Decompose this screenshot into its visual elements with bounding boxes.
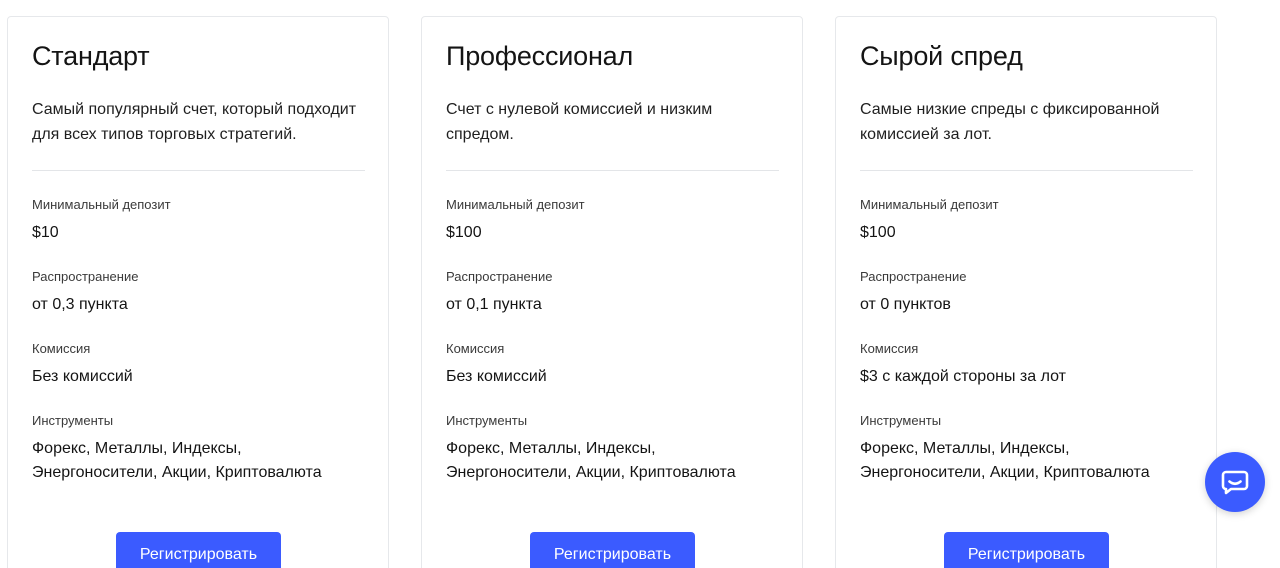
commission-row: Комиссия Без комиссий xyxy=(446,341,786,389)
plan-title: Стандарт xyxy=(32,41,150,71)
min-deposit-row: Минимальный депозит $100 xyxy=(446,197,786,245)
instruments-label: Инструменты xyxy=(32,413,114,428)
min-deposit-label: Минимальный депозит xyxy=(860,197,999,212)
min-deposit-value: $100 xyxy=(860,224,896,241)
plan-card-standard: Стандарт Самый популярный счет, который … xyxy=(7,16,389,568)
instruments-value: Форекс, Металлы, Индексы, Энергоносители… xyxy=(446,440,736,481)
spread-label: Распространение xyxy=(860,269,967,284)
chat-widget-button[interactable] xyxy=(1205,452,1265,512)
spread-label: Распространение xyxy=(32,269,139,284)
commission-label: Комиссия xyxy=(32,341,91,356)
spread-value: от 0 пунктов xyxy=(860,296,951,313)
commission-value: $3 с каждой стороны за лот xyxy=(860,368,1066,385)
account-plans-page: Стандарт Самый популярный счет, который … xyxy=(0,0,1280,568)
spread-value: от 0,1 пункта xyxy=(446,296,542,313)
instruments-row: Инструменты Форекс, Металлы, Индексы, Эн… xyxy=(32,413,372,485)
min-deposit-value: $100 xyxy=(446,224,482,241)
plan-description: Счет с нулевой комиссией и низким спредо… xyxy=(446,101,713,143)
instruments-value: Форекс, Металлы, Индексы, Энергоносители… xyxy=(860,440,1150,481)
plan-title: Профессионал xyxy=(446,41,634,71)
min-deposit-label: Минимальный депозит xyxy=(446,197,585,212)
min-deposit-value: $10 xyxy=(32,224,59,241)
spread-row: Распространение от 0 пунктов xyxy=(860,269,1200,317)
plan-description: Самый популярный счет, который подходит … xyxy=(32,101,357,143)
plan-card-professional: Профессионал Счет с нулевой комиссией и … xyxy=(421,16,803,568)
spread-row: Распространение от 0,3 пункта xyxy=(32,269,372,317)
divider xyxy=(860,170,1193,171)
plan-description: Самые низкие спреды с фиксированной коми… xyxy=(860,101,1160,143)
spread-value: от 0,3 пункта xyxy=(32,296,128,313)
commission-label: Комиссия xyxy=(860,341,919,356)
instruments-value: Форекс, Металлы, Индексы, Энергоносители… xyxy=(32,440,322,481)
spread-label: Распространение xyxy=(446,269,553,284)
min-deposit-row: Минимальный депозит $100 xyxy=(860,197,1200,245)
instruments-row: Инструменты Форекс, Металлы, Индексы, Эн… xyxy=(860,413,1200,485)
instruments-label: Инструменты xyxy=(860,413,942,428)
instruments-label: Инструменты xyxy=(446,413,528,428)
commission-value: Без комиссий xyxy=(32,368,133,385)
commission-label: Комиссия xyxy=(446,341,505,356)
register-button[interactable]: Регистрировать xyxy=(944,532,1109,568)
chat-bubble-icon xyxy=(1221,470,1249,495)
instruments-row: Инструменты Форекс, Металлы, Индексы, Эн… xyxy=(446,413,786,485)
plan-title: Сырой спред xyxy=(860,41,1023,71)
divider xyxy=(446,170,779,171)
divider xyxy=(32,170,365,171)
spread-row: Распространение от 0,1 пункта xyxy=(446,269,786,317)
commission-row: Комиссия $3 с каждой стороны за лот xyxy=(860,341,1200,389)
min-deposit-row: Минимальный депозит $10 xyxy=(32,197,372,245)
register-button[interactable]: Регистрировать xyxy=(116,532,281,568)
plan-card-raw-spread: Сырой спред Самые низкие спреды с фиксир… xyxy=(835,16,1217,568)
commission-value: Без комиссий xyxy=(446,368,547,385)
min-deposit-label: Минимальный депозит xyxy=(32,197,171,212)
register-button[interactable]: Регистрировать xyxy=(530,532,695,568)
commission-row: Комиссия Без комиссий xyxy=(32,341,372,389)
